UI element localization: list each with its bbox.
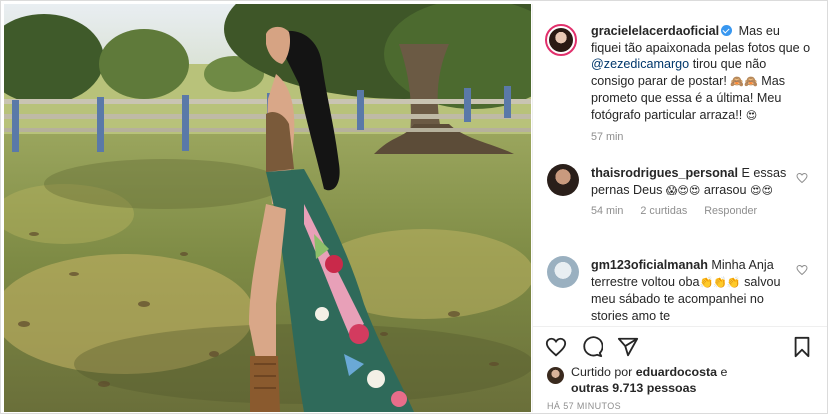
comment-1-username[interactable]: thaisrodrigues_personal (591, 166, 738, 180)
author-username[interactable]: gracielelacerdaoficial (591, 24, 719, 38)
comment-1-text: thaisrodrigues_personal E essas pernas D… (591, 165, 791, 199)
heart-icon[interactable] (545, 336, 567, 358)
bookmark-icon[interactable] (791, 336, 813, 358)
caption-emoji-b: 😍 (745, 108, 758, 122)
photo-scene (4, 4, 531, 412)
comment-1-like-heart-icon[interactable] (796, 172, 808, 184)
post-photo[interactable] (4, 4, 531, 412)
caption-mention-link[interactable]: @zezedicamargo (591, 57, 689, 71)
liker-username[interactable]: eduardocosta (636, 365, 717, 379)
comment-1-emoji-a: 😱😍😍 (665, 183, 701, 197)
author-avatar[interactable] (545, 24, 577, 56)
comment-2-like-heart-icon[interactable] (796, 264, 808, 276)
caption-time[interactable]: 57 min (591, 131, 623, 143)
likes-text: Curtido por eduardocosta e outras 9.713 … (571, 364, 811, 396)
comment-icon[interactable] (581, 336, 604, 358)
post-timestamp[interactable]: HÁ 57 MINUTOS (547, 401, 621, 411)
comment-2-avatar[interactable] (547, 256, 579, 288)
post-actions-bar: Curtido por eduardocosta e outras 9.713 … (533, 326, 827, 412)
comment-2: gm123oficialmanah Minha Anja terrestre v… (591, 257, 791, 324)
caption-emoji-a: 🙈🙈 (730, 74, 758, 88)
comment-1-reply-button[interactable]: Responder (704, 205, 757, 217)
comment-1-part-b: arrasou (703, 182, 747, 197)
liker-avatar[interactable] (547, 367, 564, 384)
likes-prefix: Curtido por (571, 365, 633, 379)
comment-1-meta: 54 min 2 curtidas Responder (591, 205, 791, 217)
likes-and: e (720, 365, 728, 379)
caption-meta: 57 min (591, 131, 813, 143)
verified-badge-icon (721, 25, 733, 36)
comment-1: thaisrodrigues_personal E essas pernas D… (591, 165, 791, 217)
comment-1-likes[interactable]: 2 curtidas (640, 205, 687, 217)
comment-2-username[interactable]: gm123oficialmanah (591, 258, 708, 272)
post-side-panel: gracielelacerdaoficial Mas eu fiquei tão… (532, 4, 827, 412)
caption-text: gracielelacerdaoficial Mas eu fiquei tão… (591, 23, 813, 125)
likes-others-link[interactable]: outras 9.713 pessoas (571, 381, 696, 395)
comment-1-time[interactable]: 54 min (591, 205, 623, 217)
share-icon[interactable] (617, 336, 639, 358)
comment-1-avatar[interactable] (547, 164, 579, 196)
post-caption: gracielelacerdaoficial Mas eu fiquei tão… (591, 23, 813, 143)
comment-2-text: gm123oficialmanah Minha Anja terrestre v… (591, 257, 791, 324)
comment-2-emoji-a: 👏👏👏 (699, 275, 741, 289)
comment-1-emoji-b: 😍😍 (750, 183, 773, 197)
instagram-post-frame: gracielelacerdaoficial Mas eu fiquei tão… (0, 0, 828, 414)
